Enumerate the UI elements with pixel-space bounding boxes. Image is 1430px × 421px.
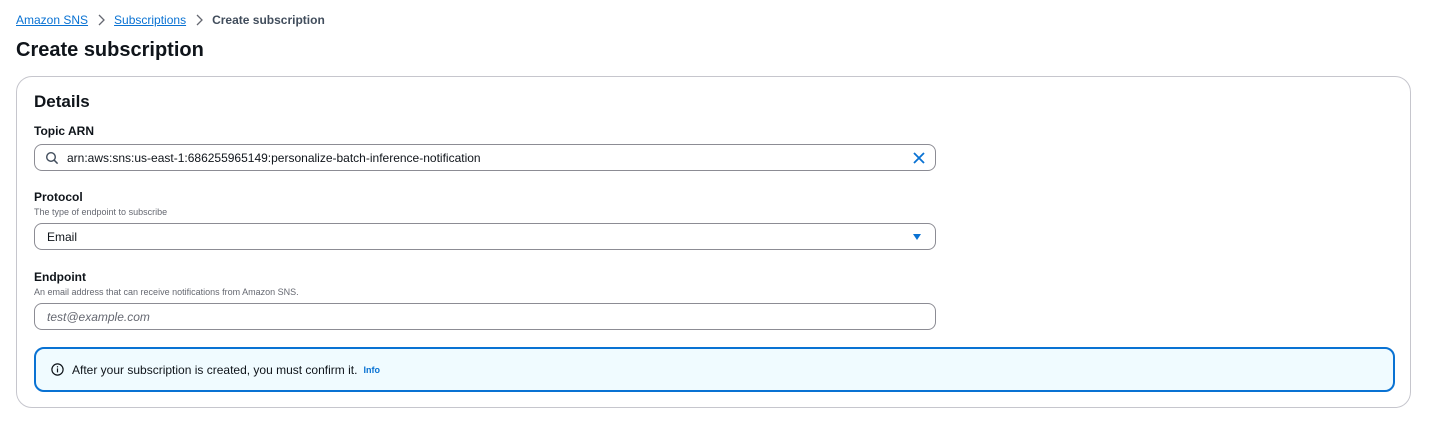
info-link[interactable]: Info bbox=[363, 365, 380, 375]
topic-arn-label: Topic ARN bbox=[34, 124, 94, 138]
details-title: Details bbox=[34, 92, 90, 111]
breadcrumb-current: Create subscription bbox=[212, 13, 325, 27]
breadcrumb: Amazon SNS Subscriptions Create subscrip… bbox=[16, 12, 325, 28]
endpoint-label: Endpoint bbox=[34, 270, 86, 284]
breadcrumb-link-subscriptions[interactable]: Subscriptions bbox=[114, 12, 186, 28]
endpoint-description: An email address that can receive notifi… bbox=[34, 287, 299, 297]
clear-icon[interactable] bbox=[912, 151, 926, 165]
details-panel: Details Topic ARN arn:aws:sns:us-east-1:… bbox=[16, 76, 1411, 408]
protocol-selected-value: Email bbox=[47, 229, 78, 244]
endpoint-input[interactable] bbox=[47, 309, 907, 324]
protocol-label: Protocol bbox=[34, 190, 83, 204]
alert-text: After your subscription is created, you … bbox=[72, 362, 358, 377]
caret-down-icon bbox=[911, 231, 923, 243]
chevron-right-icon bbox=[96, 14, 106, 26]
page: Amazon SNS Subscriptions Create subscrip… bbox=[0, 0, 1430, 421]
protocol-select[interactable]: Email bbox=[34, 223, 936, 250]
breadcrumb-link-amazon-sns[interactable]: Amazon SNS bbox=[16, 12, 88, 28]
search-icon bbox=[45, 151, 59, 165]
chevron-right-icon bbox=[194, 14, 204, 26]
info-alert: After your subscription is created, you … bbox=[34, 347, 1395, 392]
page-title: Create subscription bbox=[16, 39, 204, 61]
info-icon bbox=[51, 363, 64, 376]
protocol-description: The type of endpoint to subscribe bbox=[34, 207, 168, 217]
topic-arn-field[interactable]: arn:aws:sns:us-east-1:686255965149:perso… bbox=[34, 144, 936, 171]
endpoint-field[interactable] bbox=[34, 303, 936, 330]
topic-arn-value: arn:aws:sns:us-east-1:686255965149:perso… bbox=[67, 150, 481, 165]
